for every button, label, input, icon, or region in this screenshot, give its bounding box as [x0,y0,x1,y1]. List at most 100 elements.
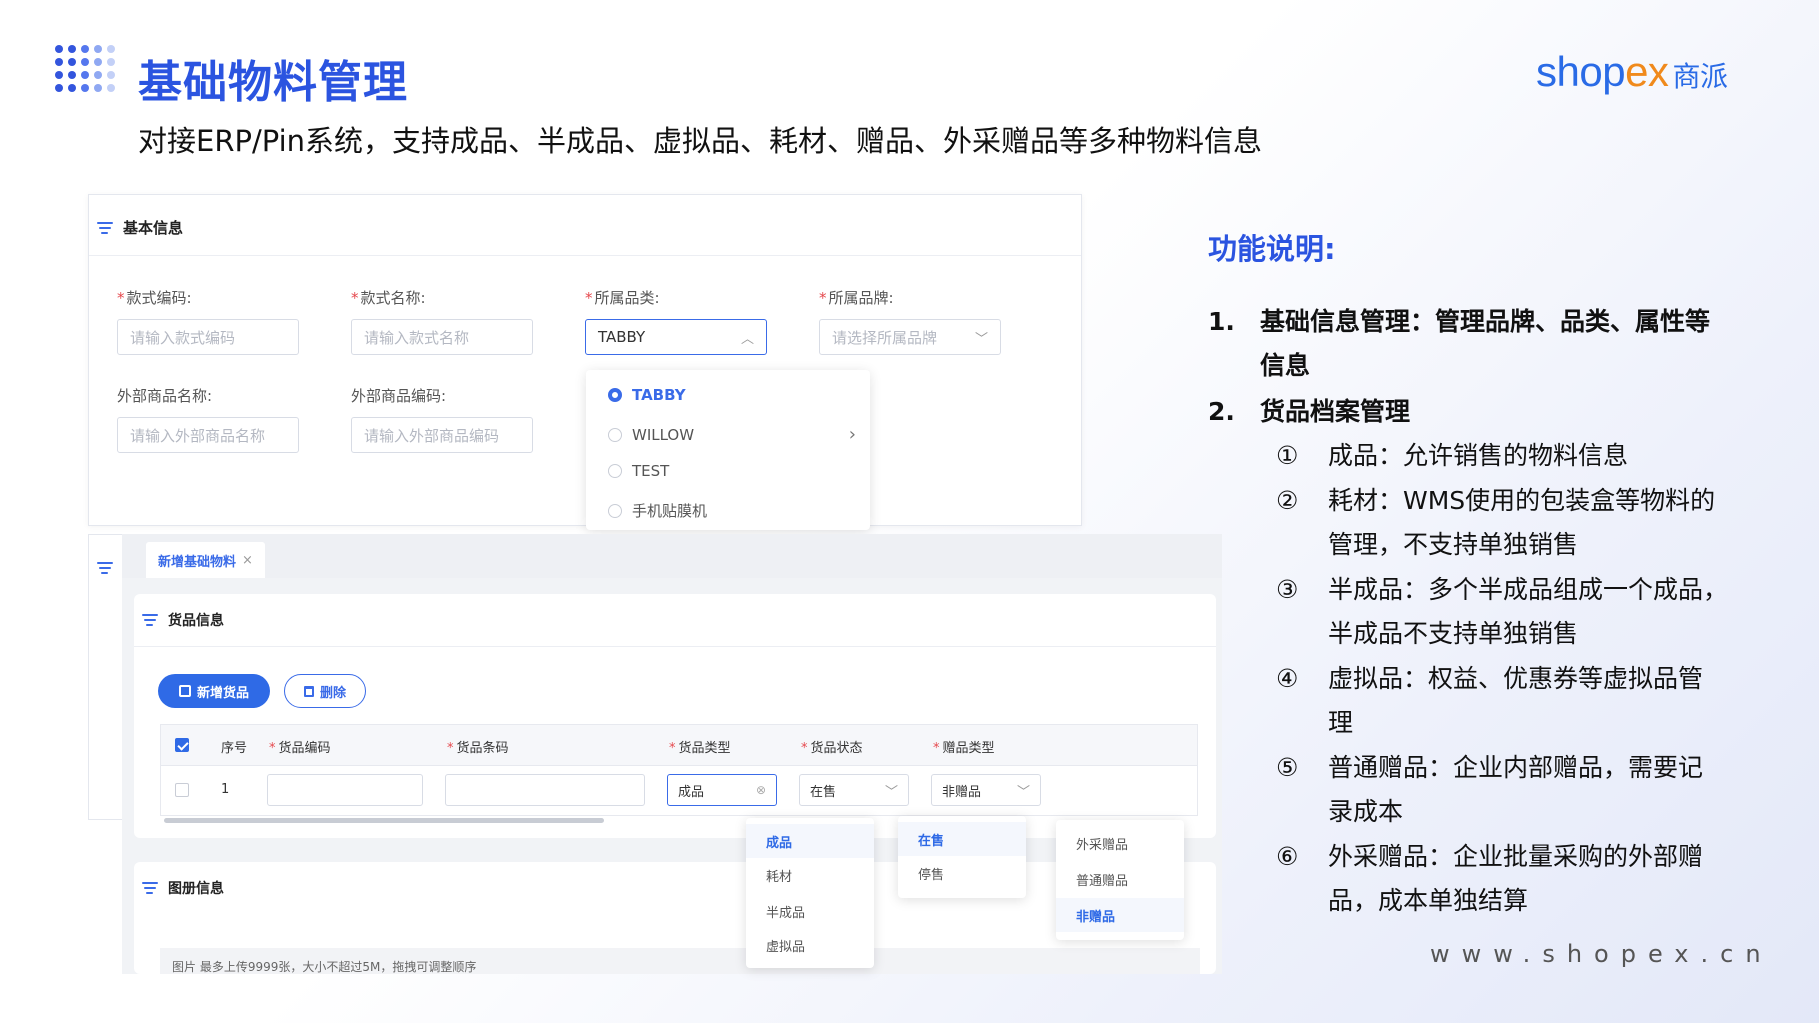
table-row: 1 成品 ⊗ 在售 ﹀ 非赠品 ﹀ [160,766,1198,816]
goods-code-input[interactable] [267,774,423,806]
gift-option[interactable]: 非赠品 [1056,898,1184,932]
sub-item-cont: 半成品不支持单独销售 [1328,619,1579,648]
goods-type-dropdown: 成品 耗材 半成品 虚拟品 [746,818,874,968]
divider [89,255,1081,256]
album-card: 图册信息 图片 最多上传9999张，大小不超过5M，拖拽可调整顺序 [134,862,1216,974]
album-title: 图册信息 [168,881,224,897]
gift-type-select[interactable]: 非赠品 ﹀ [931,774,1041,806]
style-code-input[interactable]: 请输入款式编码 [117,319,299,355]
sub-item: ① 成品：允许销售的物料信息 [1276,441,1629,470]
divider [134,646,1216,647]
sub-item: ③ 半成品：多个半成品组成一个成品， [1276,575,1729,604]
category-select[interactable]: TABBY ︿ [585,319,767,355]
gift-option[interactable]: 外采赠品 [1056,826,1184,860]
add-goods-button[interactable]: 新增货品 [158,674,270,708]
album-header: 图册信息 [142,878,224,898]
goods-status-dropdown: 在售 停售 [898,816,1026,898]
basic-info-panel: 基本信息 * 款式编码: 请输入款式编码 * 款式名称: 请输入款式名称 * 所属品类… [88,194,1082,526]
chevron-down-icon: ﹀ [1016,784,1030,800]
sub-item-cont: 录成本 [1328,797,1404,826]
radio-checked-icon [608,388,622,402]
row-index: 1 [221,782,230,797]
album-hint: 图片 最多上传9999张，大小不超过5M，拖拽可调整顺序 [160,948,1200,974]
sub-item: ⑥ 外采赠品：企业批量采购的外部赠 [1276,842,1704,871]
shopex-logo: shopex 商派 [1536,48,1728,96]
delete-button[interactable]: 删除 [284,674,366,708]
style-name-input[interactable]: 请输入款式名称 [351,319,533,355]
category-option[interactable]: TEST [608,462,669,480]
goods-info-card: 货品信息 新增货品 删除 序号 * 货品编码 * 货品条码 * 货品类型 * 货品状态 … [134,594,1216,838]
logo-x: ex [1625,48,1669,95]
sub-item-cont: 管理，不支持单独销售 [1328,530,1579,559]
chevron-down-icon: ﹀ [974,331,988,347]
status-option[interactable]: 在售 [898,822,1026,856]
ext-code-input[interactable]: 请输入外部商品编码 [351,417,533,453]
category-option[interactable]: 手机贴膜机 [608,500,707,521]
sub-item-cont: 品，成本单独结算 [1328,886,1529,915]
tab-new-material[interactable]: 新增基础物料 × [146,542,265,578]
logo-cn: 商派 [1672,61,1728,92]
category-option[interactable]: WILLOW › [608,424,856,445]
clear-icon[interactable]: ⊗ [756,783,766,797]
basic-info-header: 基本信息 [97,217,183,238]
ext-name-input[interactable]: 请输入外部商品名称 [117,417,299,453]
chevron-up-icon: ︿ [740,331,754,347]
edit-icon [178,685,191,697]
chevron-right-icon: › [848,424,856,445]
radio-icon [608,427,622,442]
select-all-checkbox[interactable] [175,738,189,752]
sub-item: ⑤ 普通赠品：企业内部赠品，需要记 [1276,753,1704,782]
style-name-label: * 款式名称: [351,289,426,307]
goods-info-title: 货品信息 [168,613,224,629]
radio-icon [608,464,622,478]
chevron-down-icon: ﹀ [884,784,898,800]
status-option[interactable]: 停售 [898,856,1026,890]
goods-type-select[interactable]: 成品 ⊗ [667,774,777,806]
trash-icon [303,685,314,697]
goods-info-header: 货品信息 [142,610,224,630]
goods-table-header: 序号 * 货品编码 * 货品条码 * 货品类型 * 货品状态 * 赠品类型 [160,724,1198,766]
category-dropdown: TABBY WILLOW › TEST 手机贴膜机 [586,370,870,530]
sub-item: ④ 虚拟品：权益、优惠券等虚拟品管 [1276,664,1704,693]
slide-subtitle: 对接ERP/Pin系统，支持成品、半成品、虚拟品、耗材、赠品、外采赠品等多种物料… [138,124,1263,158]
tab-bar [122,534,1222,578]
type-option[interactable]: 虚拟品 [746,928,874,962]
col-index: 序号 [221,741,248,756]
type-option[interactable]: 耗材 [746,858,874,892]
category-label: * 所属品类: [585,289,660,307]
type-option[interactable]: 半成品 [746,894,874,928]
radio-icon [608,503,622,518]
close-icon[interactable]: × [242,553,253,568]
sub-item: ② 耗材：WMS使用的包装盒等物料的 [1276,486,1716,515]
website-url: www.shopex.cn [1430,940,1773,968]
category-option[interactable]: TABBY [608,386,686,404]
side-frame [88,534,124,820]
goods-barcode-input[interactable] [445,774,645,806]
col-barcode: * 货品条码 [447,741,509,756]
slide-title: 基础物料管理 [138,57,408,108]
ext-name-label: 外部商品名称: [117,387,213,405]
horizontal-scrollbar[interactable] [164,818,604,823]
col-status: * 货品状态 [801,741,863,756]
filter-icon [97,221,113,235]
ext-code-label: 外部商品编码: [351,387,447,405]
col-gift-type: * 赠品类型 [933,741,995,756]
col-type: * 货品类型 [669,741,731,756]
features-title: 功能说明: [1208,232,1336,266]
gift-option[interactable]: 普通赠品 [1056,862,1184,896]
goods-status-select[interactable]: 在售 ﹀ [799,774,909,806]
filter-icon [142,881,158,895]
logo-text: shop [1536,48,1626,95]
feature-item: 1. 基础信息管理：管理品牌、品类、属性等 [1208,307,1711,336]
feature-item: 2. 货品档案管理 [1208,397,1411,426]
row-checkbox[interactable] [175,783,189,797]
filter-icon [142,613,158,627]
brand-dots-icon [54,44,126,102]
sub-item-cont: 理 [1328,708,1354,737]
brand-select[interactable]: 请选择所属品牌 ﹀ [819,319,1001,355]
brand-label: * 所属品牌: [819,289,894,307]
type-option[interactable]: 成品 [746,824,874,858]
col-code: * 货品编码 [269,741,331,756]
basic-info-title: 基本信息 [123,219,184,237]
style-code-label: * 款式编码: [117,289,192,307]
